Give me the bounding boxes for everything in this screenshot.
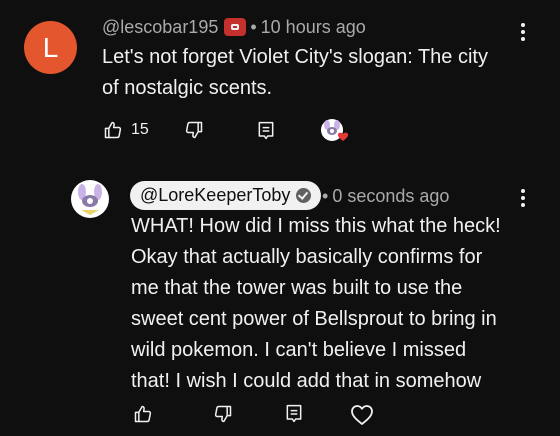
comment-text: Let's not forget Violet City's slogan: T… bbox=[102, 42, 502, 104]
reply-text-line: sweet cent power of Bellsprout to bring … bbox=[131, 308, 497, 330]
more-vert-icon[interactable] bbox=[521, 23, 527, 44]
member-badge-icon bbox=[224, 18, 247, 36]
thumbs-up-icon bbox=[134, 405, 152, 423]
comment-author[interactable]: @lescobar195 bbox=[102, 17, 218, 37]
reply-author: @LoreKeeperToby bbox=[140, 185, 291, 205]
reply-text-line: wild pokemon. I can't believe I missed bbox=[131, 339, 467, 361]
creator-heart-icon[interactable] bbox=[320, 118, 352, 146]
thumbs-up-icon bbox=[104, 121, 122, 139]
reply-time[interactable]: 0 seconds ago bbox=[332, 186, 449, 206]
comment-text-line: of nostalgic scents. bbox=[102, 77, 273, 99]
separator: • bbox=[250, 17, 257, 37]
reply-icon bbox=[258, 121, 274, 140]
reply-text-line: Okay that actually basically confirms fo… bbox=[131, 246, 483, 268]
avatar[interactable] bbox=[71, 180, 109, 218]
more-vert-icon[interactable] bbox=[521, 189, 527, 210]
comment-time[interactable]: 10 hours ago bbox=[261, 17, 366, 37]
reply-author-pill[interactable]: @LoreKeeperToby bbox=[130, 181, 322, 210]
separator: • bbox=[322, 186, 329, 206]
reply-button[interactable] bbox=[284, 403, 304, 430]
reply-text-line: that! I wish I could add that in somehow bbox=[131, 370, 482, 392]
thumbs-down-icon bbox=[185, 121, 203, 139]
dislike-button[interactable] bbox=[213, 404, 233, 429]
like-count: 15 bbox=[131, 121, 149, 138]
reply-text-line: WHAT! How did I miss this what the heck! bbox=[131, 215, 501, 237]
reply-text: WHAT! How did I miss this what the heck!… bbox=[131, 211, 541, 397]
reply-meta: • 0 seconds ago bbox=[318, 186, 449, 207]
comment-text-line: Let's not forget Violet City's slogan: T… bbox=[102, 46, 488, 68]
reply-icon bbox=[286, 404, 302, 423]
like-button[interactable]: 15 bbox=[103, 120, 149, 140]
reply-text-line: me that the tower was built to use the bbox=[131, 277, 463, 299]
verified-icon bbox=[296, 188, 312, 203]
comment-meta: @lescobar195 • 10 hours ago bbox=[102, 17, 366, 38]
avatar[interactable]: L bbox=[24, 21, 77, 74]
reply-button[interactable] bbox=[256, 120, 276, 147]
like-button[interactable] bbox=[133, 404, 153, 429]
thumbs-down-icon bbox=[214, 405, 232, 423]
dislike-button[interactable] bbox=[184, 120, 204, 145]
heart-outline-icon bbox=[351, 405, 373, 425]
heart-button[interactable] bbox=[350, 404, 374, 431]
